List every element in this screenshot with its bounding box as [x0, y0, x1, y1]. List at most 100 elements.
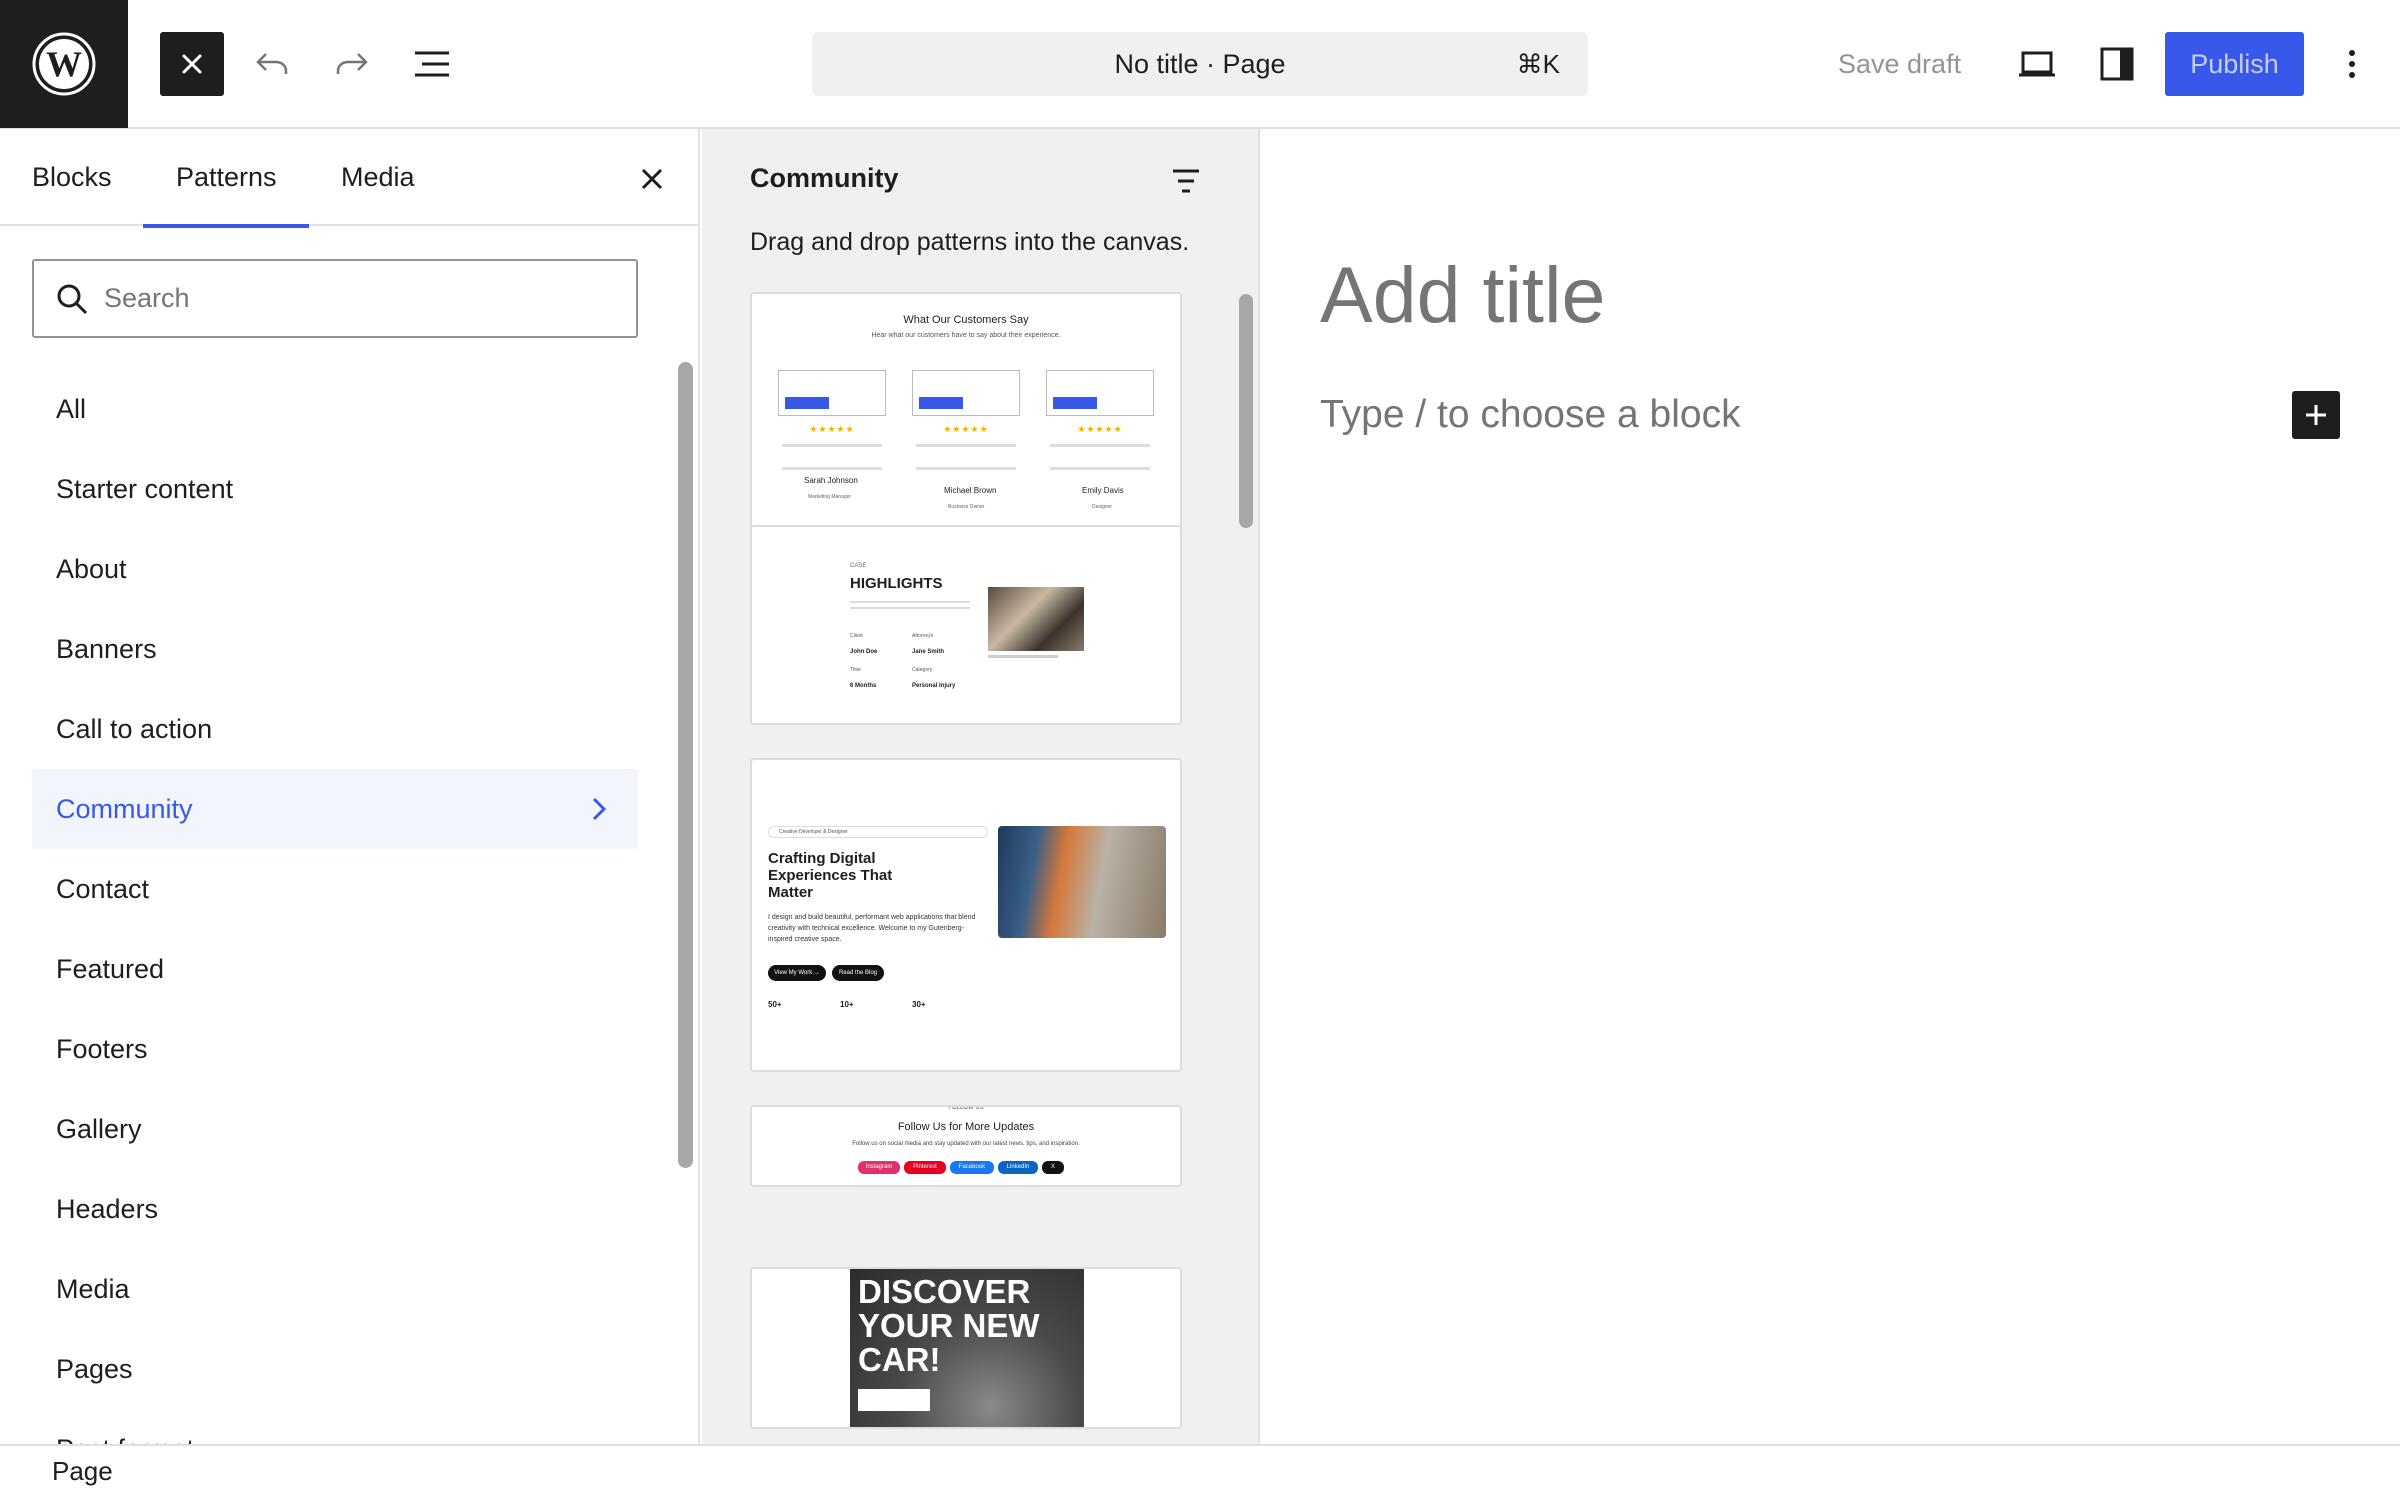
editor-header: W No title · Page ⌘K Save draft Publish — [0, 0, 2400, 129]
testimonial-role: Marketing Manager — [808, 494, 852, 500]
case-field-label: Time — [850, 667, 861, 673]
office-photo — [988, 587, 1084, 651]
tab-media[interactable]: Media — [341, 129, 415, 226]
publish-button[interactable]: Publish — [2165, 32, 2304, 96]
pattern-scrollbar[interactable] — [1234, 294, 1256, 1444]
car-hero-image: DISCOVER YOUR NEW CAR! — [850, 1269, 1084, 1427]
pattern-card-follow-us[interactable]: FOLLOW US Follow Us for More Updates Fol… — [750, 1105, 1182, 1187]
pattern-body: Follow us on social media and stay updat… — [852, 1141, 1080, 1147]
post-title-input[interactable]: Add title — [1320, 249, 1605, 341]
testimonial-name: Sarah Johnson — [804, 476, 858, 485]
testimonial-card — [778, 370, 886, 416]
pattern-search-field[interactable] — [32, 259, 638, 338]
redo-button[interactable] — [320, 32, 384, 96]
svg-text:W: W — [46, 44, 82, 84]
case-field-label: Category — [912, 667, 933, 673]
category-media[interactable]: Media — [32, 1249, 638, 1329]
testimonial-card — [1046, 370, 1154, 416]
editor-root: W No title · Page ⌘K Save draft Publish … — [0, 0, 2400, 1494]
category-headers[interactable]: Headers — [32, 1169, 638, 1249]
category-about[interactable]: About — [32, 529, 638, 609]
pattern-card-portfolio-hero[interactable]: Creative Developer & Designer Crafting D… — [750, 758, 1182, 1072]
pattern-card-case-highlights[interactable]: CASE HIGHLIGHTS Client John Doe Attorney… — [750, 525, 1182, 725]
pattern-secondary-button: Read the Blog — [832, 965, 884, 981]
editor-canvas: Add title Type / to choose a block — [1262, 129, 2400, 1444]
add-block-button[interactable] — [2292, 391, 2340, 439]
category-call-to-action[interactable]: Call to action — [32, 689, 638, 769]
case-field-label: Attorneys — [912, 633, 934, 639]
inserter-tabs: Blocks Patterns Media — [0, 129, 700, 228]
options-button[interactable] — [2320, 32, 2384, 96]
stat-value: 50+ — [768, 1000, 782, 1009]
stat-value: 30+ — [912, 1000, 926, 1009]
case-field-value: Personal Injury — [912, 683, 956, 689]
testimonial-name: Michael Brown — [944, 486, 997, 495]
category-pages[interactable]: Pages — [32, 1329, 638, 1409]
category-scrollbar[interactable] — [670, 227, 700, 1444]
search-icon — [57, 284, 88, 315]
testimonial-role: Business Owner — [948, 504, 985, 510]
category-banners[interactable]: Banners — [32, 609, 638, 689]
pattern-filter-button[interactable] — [1154, 149, 1218, 213]
category-featured[interactable]: Featured — [32, 929, 638, 1009]
breadcrumb[interactable]: Page — [52, 1446, 113, 1494]
case-field-label: Client — [850, 633, 863, 639]
rating-stars: ★★★★★ — [1077, 424, 1123, 434]
testimonial-quote-lines — [782, 444, 882, 470]
testimonial-quote-lines — [916, 444, 1016, 470]
case-field-value: 6 Months — [850, 683, 877, 689]
pattern-eyebrow: CASE — [850, 563, 867, 569]
pattern-subheading: Hear what our customers have to say abou… — [871, 332, 1061, 339]
pattern-card-testimonials[interactable]: What Our Customers Say Hear what our cus… — [750, 292, 1182, 538]
chevron-right-icon — [592, 797, 607, 821]
photo-caption — [988, 655, 1058, 658]
workspace-photo — [998, 826, 1166, 938]
pattern-heading: What Our Customers Say — [903, 314, 1029, 326]
settings-sidebar-button[interactable] — [2085, 32, 2149, 96]
social-instagram: Instagram — [858, 1161, 900, 1174]
category-label: Community — [56, 794, 193, 824]
close-inserter-button[interactable] — [160, 32, 224, 96]
social-pinterest: Pinterest — [904, 1161, 946, 1174]
command-shortcut: ⌘K — [1516, 49, 1560, 79]
redo-icon — [336, 53, 368, 74]
category-contact[interactable]: Contact — [32, 849, 638, 929]
pattern-heading: Crafting Digital Experiences That Matter — [768, 850, 893, 901]
command-palette-button[interactable]: No title · Page ⌘K — [812, 32, 1588, 96]
close-icon — [182, 54, 202, 74]
save-draft-button[interactable]: Save draft — [1820, 32, 1979, 96]
pattern-card-discover-car[interactable]: DISCOVER YOUR NEW CAR! — [750, 1267, 1182, 1429]
undo-button[interactable] — [240, 32, 304, 96]
block-inserter-panel: Blocks Patterns Media All Starter conten… — [0, 129, 700, 1444]
preview-button[interactable] — [2005, 32, 2069, 96]
category-gallery[interactable]: Gallery — [32, 1089, 638, 1169]
pattern-tag: Creative Developer & Designer — [768, 826, 988, 838]
wordpress-logo-icon[interactable]: W — [0, 0, 128, 128]
scrollbar-thumb[interactable] — [678, 362, 693, 1168]
tab-blocks[interactable]: Blocks — [32, 129, 112, 226]
category-community[interactable]: Community — [32, 769, 638, 849]
pattern-button — [919, 397, 963, 409]
desktop-preview-icon — [2019, 51, 2055, 77]
category-post-format[interactable]: Post format — [32, 1409, 638, 1444]
social-x: X — [1042, 1161, 1064, 1174]
filter-icon — [1173, 169, 1199, 193]
pattern-body: I design and build beautiful, performant… — [768, 914, 976, 943]
pattern-category-title: Community — [750, 163, 899, 193]
case-field-value: Jane Smith — [912, 649, 945, 655]
pattern-primary-button: View My Work → — [768, 965, 826, 981]
pattern-text-lines — [850, 601, 970, 609]
pattern-button — [785, 397, 829, 409]
default-block-appender[interactable]: Type / to choose a block — [1320, 393, 1741, 437]
category-footers[interactable]: Footers — [32, 1009, 638, 1089]
pattern-list-panel: Community Drag and drop patterns into th… — [702, 129, 1260, 1444]
search-input[interactable] — [104, 261, 624, 336]
tab-patterns[interactable]: Patterns — [143, 129, 308, 228]
scrollbar-thumb[interactable] — [1239, 294, 1253, 528]
testimonial-card — [912, 370, 1020, 416]
category-all[interactable]: All — [32, 369, 638, 449]
category-starter-content[interactable]: Starter content — [32, 449, 638, 529]
list-view-icon — [415, 51, 449, 77]
document-overview-button[interactable] — [400, 32, 464, 96]
close-inserter-panel-button[interactable] — [620, 147, 684, 211]
